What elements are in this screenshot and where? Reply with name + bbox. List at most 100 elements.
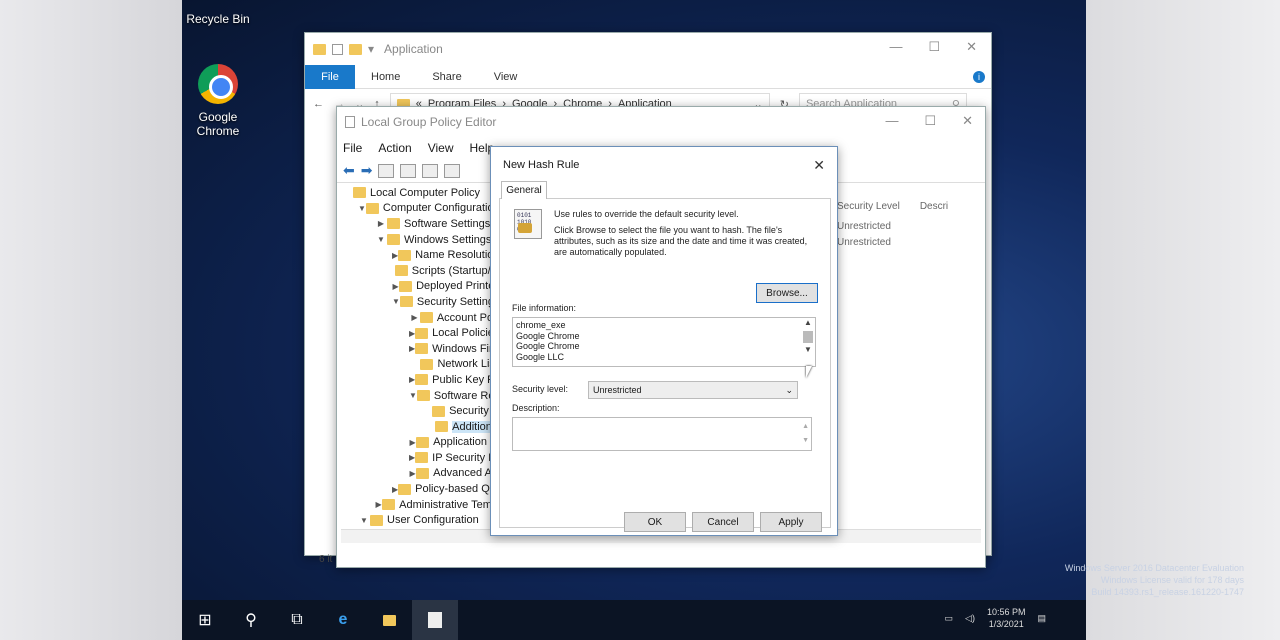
tree-node[interactable]: Additiona [341,419,498,435]
expand-icon[interactable]: ▶ [409,438,416,447]
menu-file[interactable]: File [343,141,362,155]
notifications-icon[interactable]: ▤ [1037,613,1046,624]
folder-icon [416,436,430,448]
tree-node[interactable]: ▶ Policy-based Qo! [341,481,498,497]
tree-node[interactable]: Local Computer Policy [341,185,498,201]
collapse-icon[interactable]: ▼ [392,297,400,306]
tree-node[interactable]: ▼ Windows Settings [341,232,498,248]
properties-icon[interactable] [422,163,439,178]
folder-icon [415,452,429,464]
collapse-icon[interactable]: ▼ [409,391,417,400]
watermark-line: Windows License valid for 178 days [1100,575,1244,585]
details-header: Security Level Descri [837,201,987,217]
minimize-icon[interactable]: — [885,113,898,129]
checkbox-icon[interactable] [332,43,343,55]
tree-node[interactable]: ▼ User Configuration [341,512,498,528]
task-view-icon[interactable]: ⧉ [274,600,320,640]
tree-node[interactable]: ▶ Application C [341,435,499,451]
tree-node[interactable]: ▶ Administrative Temp [341,497,499,513]
collapse-icon[interactable]: ▼ [358,516,370,525]
ok-button[interactable]: OK [624,512,686,532]
description-field[interactable]: ▲ ▼ [512,417,812,451]
tree-node[interactable]: ▶ Software Settings [341,216,498,232]
tree-node[interactable]: ▶ Local Policies [341,325,498,341]
show-hide-tree-icon[interactable] [400,163,417,178]
tree-node[interactable]: ▶ Name Resolution [341,247,498,263]
close-icon[interactable]: ✕ [966,39,977,55]
ribbon-tab-file[interactable]: File [305,64,355,89]
file-info-scrollbar[interactable]: ▲ ▼ [801,318,815,366]
table-row[interactable]: Unrestricted [837,221,987,237]
tree-node[interactable]: ▶ IP Security Po [341,450,498,466]
photo-frame-left [0,0,182,640]
ribbon-tab-share[interactable]: Share [416,71,477,83]
tree-node[interactable]: Scripts (Startup/S [341,263,498,279]
column-security-level[interactable]: Security Level [837,201,900,217]
refresh-icon[interactable] [444,163,461,178]
description-scrollbar[interactable]: ▲ ▼ [802,420,809,448]
tree-node[interactable]: ▶ Deployed Printer [341,279,498,295]
tab-general[interactable]: General [501,181,547,199]
policy-tree: Local Computer Policy ▼ Computer Configura… [341,185,499,539]
chrome-desktop-icon[interactable]: Google Chrome [178,64,258,138]
start-windows-icon[interactable]: ⊞ [182,600,228,640]
maximize-icon[interactable]: ☐ [924,113,936,129]
help-icon[interactable]: i [973,70,985,83]
new-folder-icon[interactable] [349,43,362,55]
close-icon[interactable]: ✕ [813,157,825,174]
watermark-line: Windows Server 2016 Datacenter Evaluatio… [1064,563,1244,573]
group-policy-taskbar-icon[interactable] [412,600,458,640]
menu-view[interactable]: View [428,141,454,155]
column-description[interactable]: Descri [920,201,948,217]
collapse-icon[interactable]: ▼ [358,204,366,213]
volume-icon[interactable]: ◁) [965,613,975,624]
maximize-icon[interactable]: ☐ [928,39,940,55]
search-icon[interactable]: ⚲ [228,600,274,640]
expand-icon[interactable]: ▶ [409,469,416,478]
folder-icon [420,358,434,370]
tree-node[interactable]: ▼ Software Rest [341,388,498,404]
internet-explorer-icon[interactable]: e [320,600,366,640]
tree-node[interactable]: ▶ Windows Fire [341,341,498,357]
folder-icon [415,374,429,386]
expand-icon[interactable]: ▶ [392,282,399,291]
tree-node[interactable]: ▼ Security Settings [341,294,498,310]
scroll-thumb[interactable] [803,330,813,343]
back-icon[interactable]: ← [313,98,324,110]
network-icon[interactable]: ▭ [945,613,954,624]
tree-node[interactable]: ▼ Computer Configuration [341,201,498,217]
expand-icon[interactable]: ▶ [409,313,420,322]
dropdown-icon[interactable]: ▾ [368,42,374,56]
close-icon[interactable]: ✕ [962,113,973,129]
tree-node[interactable]: Network List [341,357,498,373]
clock[interactable]: 10:56 PM 1/3/2021 [987,606,1026,630]
tree-node[interactable]: ▶ Advanced Au [341,466,499,482]
expand-icon[interactable]: ▶ [375,500,382,509]
folder-icon [365,202,379,214]
intro-line-1: Use rules to override the default securi… [554,209,739,219]
expand-icon[interactable]: ▶ [375,219,387,228]
scroll-down-icon[interactable]: ▼ [801,345,815,356]
file-information-box[interactable]: chrome_exe Google Chrome Google Chrome G… [512,317,816,367]
ribbon-tab-view[interactable]: View [478,71,534,83]
up-folder-icon[interactable] [378,163,395,178]
security-level-select[interactable]: Unrestricted ⌄ [588,381,798,399]
file-explorer-icon[interactable] [366,600,412,640]
scroll-up-icon[interactable]: ▲ [801,318,815,329]
collapse-icon[interactable]: ▼ [375,235,387,244]
apply-button[interactable]: Apply [760,512,822,532]
tree-node[interactable]: ▶ Account Poli [341,310,498,326]
table-row[interactable]: Unrestricted [837,237,987,253]
cancel-button[interactable]: Cancel [692,512,754,532]
menu-action[interactable]: Action [378,141,411,155]
ribbon-tab-home[interactable]: Home [355,71,416,83]
chrome-label-1: Google [198,110,238,124]
tree-node[interactable]: ▶ Public Key Po [341,372,498,388]
browse-button[interactable]: Browse... [756,283,818,303]
recycle-bin-icon[interactable]: Recycle Bin [178,12,258,26]
minimize-icon[interactable]: — [889,39,902,55]
forward-arrow-icon[interactable]: ➡ [361,162,373,179]
tree-node[interactable]: Security L [341,403,498,419]
system-tray: ▭ ◁) 10:56 PM 1/3/2021 ▤ [945,606,1046,630]
back-arrow-icon[interactable]: ⬅ [343,162,355,179]
